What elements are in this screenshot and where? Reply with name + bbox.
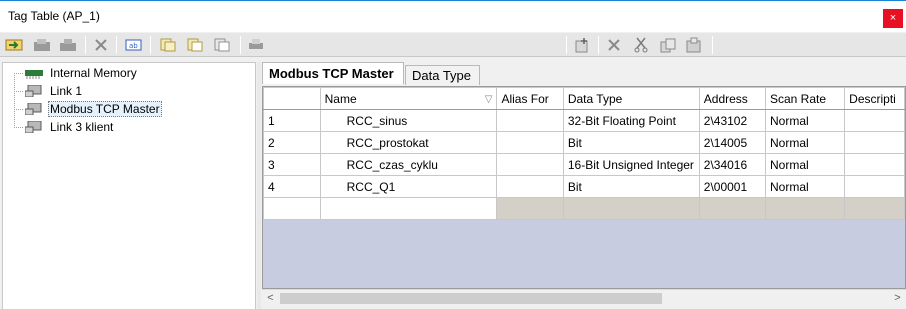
svg-text:ab: ab xyxy=(129,42,138,50)
cell-name[interactable]: RCC_Q1 xyxy=(319,175,498,198)
row-number[interactable]: 4 xyxy=(263,175,321,198)
toolbar-separator xyxy=(85,36,86,54)
cell-alias[interactable] xyxy=(496,197,564,220)
tree-item-label: Link 1 xyxy=(50,84,83,98)
cell-description[interactable] xyxy=(844,131,905,154)
import-icon[interactable] xyxy=(32,36,52,54)
cell-scan-rate[interactable]: Normal xyxy=(764,131,846,154)
table-row[interactable]: 3 RCC_czas_cyklu 16-Bit Unsigned Integer… xyxy=(263,153,905,176)
toolbar-separator xyxy=(566,36,567,54)
column-header-label: Name xyxy=(324,91,357,106)
cell-scan-rate[interactable]: Normal xyxy=(764,153,846,176)
cell-alias[interactable] xyxy=(496,175,564,198)
tree-item-internal-memory[interactable]: Internal Memory xyxy=(5,64,139,82)
print-icon[interactable] xyxy=(246,36,266,54)
cell-address[interactable]: 2\34016 xyxy=(698,153,767,176)
cell-address[interactable]: 2\14005 xyxy=(698,131,767,154)
sort-icon[interactable]: ▽ xyxy=(485,94,493,105)
tab-data-type[interactable]: Data Type xyxy=(405,65,480,85)
window-titlebar: Tag Table (AP_1) × xyxy=(0,0,906,32)
cell-name[interactable] xyxy=(319,197,498,220)
tree-item-link-1[interactable]: Link 1 xyxy=(5,82,84,100)
column-header-alias-for[interactable]: Alias For xyxy=(496,87,564,110)
cell-name[interactable]: RCC_czas_cyklu xyxy=(319,153,498,176)
horizontal-scrollbar[interactable]: < > xyxy=(262,289,906,306)
cell-description[interactable] xyxy=(844,153,905,176)
tree-panel: Internal Memory Link 1 Modbus TCP Master… xyxy=(2,62,256,309)
column-header-name[interactable]: Name ▽ xyxy=(319,87,498,110)
tree-item-link-3-klient[interactable]: Link 3 klient xyxy=(5,118,115,136)
new-row-icon[interactable] xyxy=(572,36,592,54)
cell-scan-rate[interactable] xyxy=(764,197,846,220)
scroll-right-button[interactable]: > xyxy=(889,290,906,307)
column-header-rownum[interactable] xyxy=(263,87,321,110)
delete-row-icon[interactable] xyxy=(604,36,624,54)
table-row[interactable]: 4 RCC_Q1 Bit 2\00001 Normal xyxy=(263,175,905,198)
cell-data-type[interactable]: Bit xyxy=(562,175,700,198)
cell-address[interactable]: 2\43102 xyxy=(698,109,767,132)
cell-description[interactable] xyxy=(844,109,905,132)
cell-alias[interactable] xyxy=(496,153,564,176)
cell-name[interactable]: RCC_sinus xyxy=(319,109,498,132)
export-icon[interactable] xyxy=(58,36,78,54)
paste-row-icon[interactable] xyxy=(684,36,704,54)
tree-item-label: Modbus TCP Master xyxy=(48,101,162,117)
cell-alias[interactable] xyxy=(496,109,564,132)
row-number[interactable]: 3 xyxy=(263,153,321,176)
copy-row-icon[interactable] xyxy=(658,36,678,54)
tab-strip: Modbus TCP Master Data Type xyxy=(262,62,906,85)
cell-alias[interactable] xyxy=(496,131,564,154)
row-number[interactable]: 1 xyxy=(263,109,321,132)
column-header-description[interactable]: Descripti xyxy=(844,87,905,110)
tree-item-label: Internal Memory xyxy=(50,66,137,80)
tree-item-label: Link 3 klient xyxy=(50,120,114,134)
scroll-thumb[interactable] xyxy=(280,293,662,304)
cut-icon[interactable] xyxy=(631,36,651,54)
column-header-address[interactable]: Address xyxy=(698,87,767,110)
cell-scan-rate[interactable]: Normal xyxy=(764,175,846,198)
column-header-scan-rate[interactable]: Scan Rate xyxy=(764,87,846,110)
cell-data-type[interactable] xyxy=(562,197,700,220)
tree-item-modbus-tcp-master[interactable]: Modbus TCP Master xyxy=(5,100,162,118)
toolbar-separator xyxy=(598,36,599,54)
cell-data-type[interactable]: 32-Bit Floating Point xyxy=(562,109,700,132)
paste-icon[interactable] xyxy=(185,36,205,54)
rename-icon[interactable]: ab xyxy=(124,36,144,54)
column-header-data-type[interactable]: Data Type xyxy=(562,87,700,110)
tab-modbus-tcp-master[interactable]: Modbus TCP Master xyxy=(262,62,404,84)
memory-icon xyxy=(25,67,43,79)
copy-icon[interactable] xyxy=(158,36,178,54)
toolbar: ab xyxy=(0,33,906,57)
toolbar-separator xyxy=(712,36,713,54)
network-icon xyxy=(24,120,43,134)
delete-icon[interactable] xyxy=(91,36,111,54)
cell-address[interactable] xyxy=(698,197,767,220)
cell-description[interactable] xyxy=(844,197,905,220)
toolbar-separator xyxy=(116,36,117,54)
table-row[interactable]: 2 RCC_prostokat Bit 2\14005 Normal xyxy=(263,131,905,154)
network-icon xyxy=(24,102,43,116)
toolbar-separator xyxy=(240,36,241,54)
cell-address[interactable]: 2\00001 xyxy=(698,175,767,198)
row-number[interactable]: 2 xyxy=(263,131,321,154)
toolbar-separator xyxy=(150,36,151,54)
tag-grid: Name ▽ Alias For Data Type Address Scan … xyxy=(262,86,906,289)
cell-description[interactable] xyxy=(844,175,905,198)
scroll-left-button[interactable]: < xyxy=(262,290,279,307)
network-icon xyxy=(24,84,43,98)
cell-scan-rate[interactable]: Normal xyxy=(764,109,846,132)
row-number[interactable] xyxy=(263,197,321,220)
paste-special-icon[interactable] xyxy=(212,36,232,54)
table-row[interactable]: 1 RCC_sinus 32-Bit Floating Point 2\4310… xyxy=(263,109,905,132)
cell-name[interactable]: RCC_prostokat xyxy=(319,131,498,154)
window-title: Tag Table (AP_1) xyxy=(8,9,100,23)
new-row[interactable] xyxy=(263,197,905,220)
cell-data-type[interactable]: Bit xyxy=(562,131,700,154)
close-button[interactable]: × xyxy=(883,9,903,28)
add-tag-icon[interactable] xyxy=(4,36,24,54)
table-header-row: Name ▽ Alias For Data Type Address Scan … xyxy=(263,87,905,110)
tag-table: Name ▽ Alias For Data Type Address Scan … xyxy=(263,87,905,220)
panel-splitter[interactable] xyxy=(257,62,261,309)
cell-data-type[interactable]: 16-Bit Unsigned Integer xyxy=(562,153,700,176)
